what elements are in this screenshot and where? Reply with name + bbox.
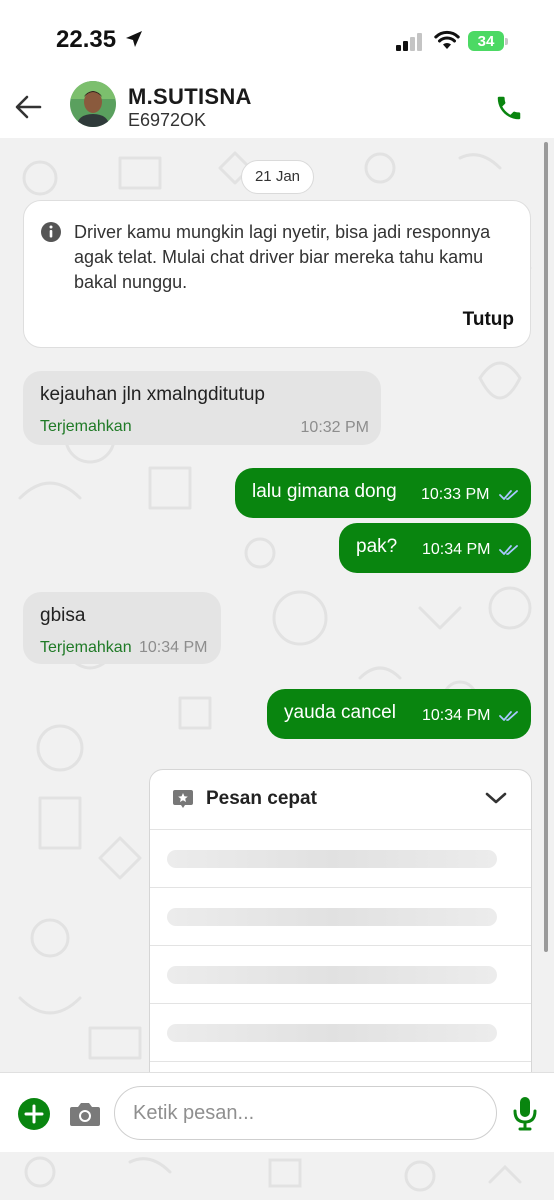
status-time: 22.35 [56, 26, 117, 53]
notice-text: Driver kamu mungkin lagi nyetir, bisa ja… [74, 222, 491, 292]
wifi-icon [434, 30, 460, 49]
incoming-message[interactable]: gbisa Terjemahkan 10:34 PM [23, 592, 221, 664]
quick-reply-placeholder [150, 888, 531, 946]
read-double-check-icon [499, 711, 518, 721]
quick-reply-placeholder [150, 830, 531, 888]
back-arrow-icon[interactable] [12, 90, 46, 124]
quick-reply-placeholder [150, 946, 531, 1004]
outgoing-message[interactable]: yauda cancel 10:34 PM [267, 689, 531, 739]
camera-icon[interactable] [69, 1100, 101, 1128]
message-text: yauda cancel [284, 702, 396, 723]
battery-level: 34 [477, 33, 495, 50]
chat-area: 21 Jan Driver kamu mungkin lagi nyetir, … [0, 138, 554, 1072]
message-time: 10:34 PM [422, 541, 491, 558]
quick-reply-panel: Pesan cepat [149, 769, 532, 1072]
driver-notice-card: Driver kamu mungkin lagi nyetir, bisa ja… [23, 200, 531, 348]
chat-scrollbar[interactable] [544, 142, 548, 952]
driver-name: M.SUTISNA [128, 84, 252, 109]
incoming-message[interactable]: kejauhan jln xmalngditutup Terjemahkan 1… [23, 371, 381, 445]
location-arrow-icon [126, 31, 142, 47]
quick-reply-placeholder [150, 1004, 531, 1062]
home-indicator-area [0, 1152, 554, 1200]
chat-header: M.SUTISNA E6972OK [0, 78, 554, 138]
message-time: 10:32 PM [300, 419, 369, 436]
outgoing-message[interactable]: lalu gimana dong 10:33 PM [235, 468, 531, 518]
driver-avatar[interactable] [70, 81, 116, 127]
status-bar: 22.35 34 [0, 0, 554, 78]
star-chat-icon [173, 790, 193, 808]
quick-reply-title: Pesan cepat [206, 788, 317, 809]
message-text: lalu gimana dong [252, 481, 397, 502]
battery-indicator: 34 [468, 31, 508, 51]
read-double-check-icon [499, 490, 518, 500]
message-time: 10:33 PM [421, 486, 490, 503]
translate-link[interactable]: Terjemahkan [40, 418, 132, 436]
message-time: 10:34 PM [139, 639, 208, 656]
phone-call-icon[interactable] [494, 93, 524, 123]
chevron-down-icon[interactable] [484, 790, 508, 806]
add-attachment-icon[interactable] [17, 1097, 51, 1131]
message-time: 10:34 PM [422, 707, 491, 724]
quick-reply-header[interactable]: Pesan cepat [150, 770, 531, 830]
microphone-icon[interactable] [512, 1095, 538, 1131]
message-text: gbisa [40, 605, 86, 626]
message-input[interactable] [114, 1086, 497, 1140]
message-input-bar [0, 1072, 554, 1152]
translate-link[interactable]: Terjemahkan [40, 639, 132, 657]
vehicle-plate: E6972OK [128, 110, 207, 130]
message-text: kejauhan jln xmalngditutup [40, 384, 265, 405]
read-double-check-icon [499, 545, 518, 555]
date-chip: 21 Jan [241, 160, 314, 194]
message-text: pak? [356, 536, 398, 557]
cellular-signal-icon [396, 33, 422, 51]
info-icon [41, 222, 61, 242]
notice-close-button[interactable]: Tutup [463, 309, 514, 331]
outgoing-message[interactable]: pak? 10:34 PM [339, 523, 531, 573]
